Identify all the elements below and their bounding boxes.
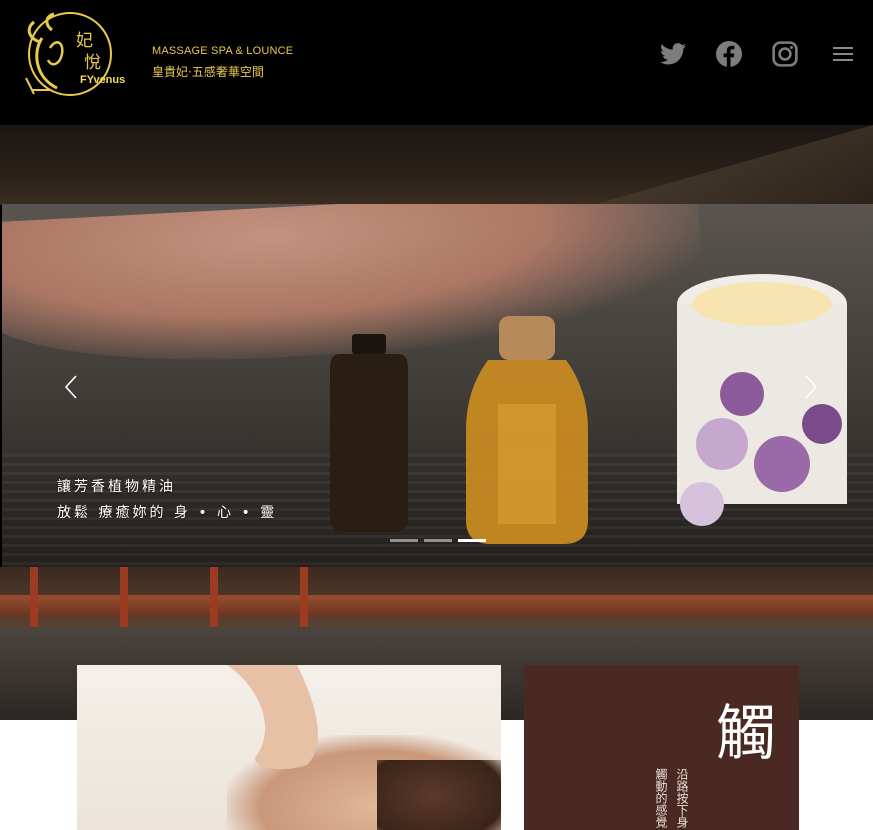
feature-text-column-1: 沿路按下身 [675, 768, 689, 828]
slider-prev-arrow[interactable] [60, 372, 84, 402]
slider-indicator-1[interactable] [390, 539, 418, 542]
feature-card: 觸 沿路按下身 觸動的感覺 [524, 665, 799, 830]
bridge-post [120, 567, 128, 627]
slider-indicator-3[interactable] [458, 539, 486, 542]
slide-caption-line-2: 放鬆 療癒妳的 身 • 心 • 靈 [57, 505, 278, 521]
bridge-post [210, 567, 218, 627]
logo-brand-text: FYvenus [80, 74, 126, 86]
canal-bridge [0, 595, 873, 617]
feature-text-column-2: 觸動的感覺 [654, 768, 668, 828]
facebook-icon[interactable] [711, 36, 747, 72]
temple-eave [592, 125, 873, 205]
instagram-icon[interactable] [767, 36, 803, 72]
slider-next-arrow[interactable] [798, 372, 822, 402]
bridge-post [30, 567, 38, 627]
logo-emblem: 妃 悅 [25, 12, 112, 96]
svg-text:觸: 觸 [716, 699, 772, 768]
photo-hand [227, 665, 318, 770]
massage-photo [77, 665, 501, 830]
site-header: 妃 悅 FYvenus MASSAGE SPA & LOUNCE 皇貴妃·五感奢… [0, 0, 873, 125]
slide-caption: 讓芳香植物精油 放鬆 療癒妳的 身 • 心 • 靈 [57, 474, 277, 526]
svg-text:妃: 妃 [76, 31, 93, 51]
slider-indicator-2[interactable] [424, 539, 452, 542]
slide-caption-line-1: 讓芳香植物精油 [57, 479, 176, 495]
menu-icon[interactable] [825, 36, 861, 72]
svg-text:悅: 悅 [84, 53, 101, 73]
logo-tagline-english: MASSAGE SPA & LOUNCE [152, 45, 294, 57]
background-temple-image [0, 125, 873, 205]
hero-slider: 讓芳香植物精油 放鬆 療癒妳的 身 • 心 • 靈 [2, 204, 873, 567]
bridge-post [300, 567, 308, 627]
twitter-icon[interactable] [655, 36, 691, 72]
logo-tagline-chinese: 皇貴妃·五感奢華空間 [152, 65, 264, 79]
site-logo[interactable]: 妃 悅 FYvenus MASSAGE SPA & LOUNCE 皇貴妃·五感奢… [22, 8, 293, 100]
touch-glyph: 觸 [716, 699, 772, 768]
